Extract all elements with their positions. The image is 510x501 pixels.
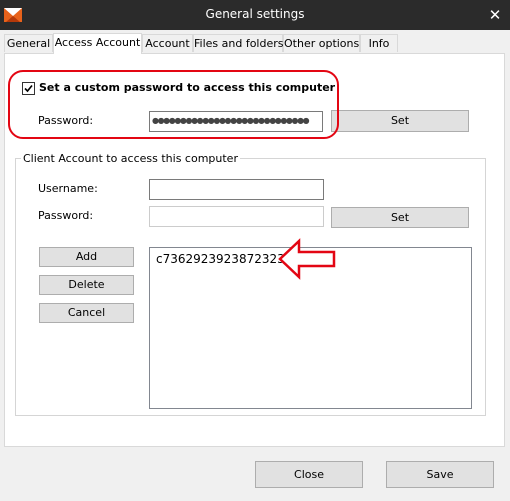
tab-account[interactable]: Account: [142, 34, 193, 52]
cancel-button[interactable]: Cancel: [39, 303, 134, 323]
tab-info[interactable]: Info: [360, 34, 398, 52]
client-password-input[interactable]: [149, 206, 324, 227]
add-button[interactable]: Add: [39, 247, 134, 267]
username-input[interactable]: [149, 179, 324, 200]
access-account-panel: Set a custom password to access this com…: [4, 53, 505, 447]
tab-access-account[interactable]: Access Account: [53, 33, 142, 54]
client-password-set-button[interactable]: Set: [331, 207, 469, 228]
annotation-highlight: [8, 70, 339, 139]
window-title: General settings: [205, 7, 305, 21]
tab-files-and-folders[interactable]: Files and folders: [193, 34, 284, 52]
username-label: Username:: [38, 182, 98, 195]
annotation-arrow-icon: [278, 238, 336, 280]
list-item[interactable]: c7362923923872323: [156, 252, 285, 266]
client-password-label: Password:: [38, 209, 94, 222]
custom-password-set-button[interactable]: Set: [331, 110, 469, 132]
delete-button[interactable]: Delete: [39, 275, 134, 295]
save-button[interactable]: Save: [386, 461, 494, 488]
tab-strip: General Access Account Account Files and…: [4, 33, 506, 54]
title-bar: General settings ✕: [0, 0, 510, 30]
close-button[interactable]: Close: [255, 461, 363, 488]
close-icon[interactable]: ✕: [480, 0, 510, 30]
tab-general[interactable]: General: [4, 34, 53, 52]
tab-other-options[interactable]: Other options: [283, 34, 360, 52]
client-account-group-label: Client Account to access this computer: [21, 152, 240, 165]
